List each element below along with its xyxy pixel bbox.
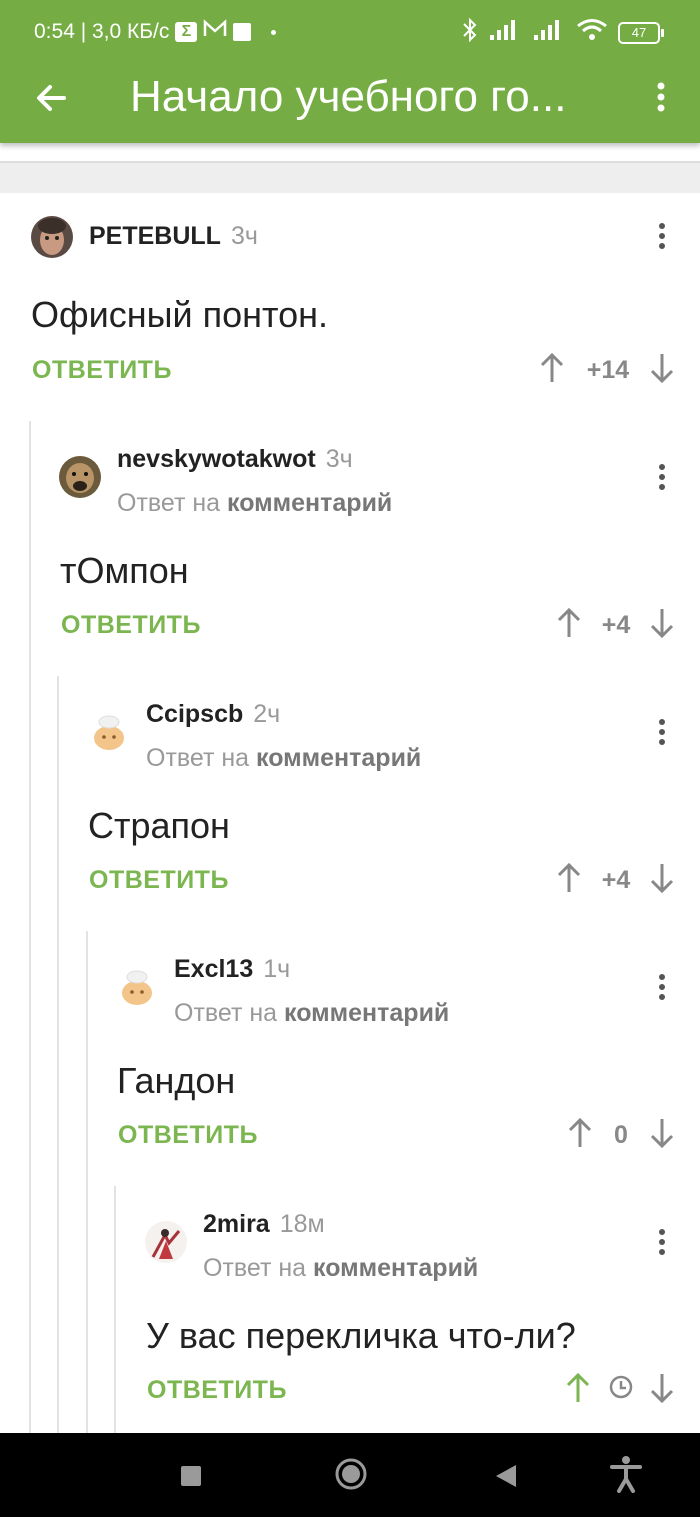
back-button[interactable] bbox=[30, 76, 74, 120]
comment-text: тОмпон bbox=[60, 550, 189, 591]
signal-icon-2 bbox=[532, 18, 566, 48]
upvote-button[interactable] bbox=[556, 862, 582, 894]
arrow-down-icon bbox=[650, 1119, 674, 1149]
more-vert-icon bbox=[659, 223, 665, 249]
comment-author[interactable]: 2mira 18м bbox=[203, 1210, 325, 1239]
status-time: 0:54 | 3,0 КБ/с bbox=[34, 20, 170, 43]
downvote-button[interactable] bbox=[649, 1372, 675, 1404]
more-vert-icon bbox=[659, 974, 665, 1000]
comment-score: +4 bbox=[601, 866, 631, 894]
feed-separator bbox=[0, 143, 700, 193]
system-navigation-bar bbox=[0, 1433, 700, 1517]
downvote-button[interactable] bbox=[649, 607, 675, 639]
top-bar: 0:54 | 3,0 КБ/с Σ 47 Начало учебного го.… bbox=[0, 0, 700, 143]
app-bar: Начало учебного го... bbox=[0, 62, 700, 143]
upvote-button[interactable] bbox=[565, 1372, 591, 1404]
reply-button[interactable]: ОТВЕТИТЬ bbox=[89, 866, 229, 895]
battery-icon: 47 bbox=[618, 22, 664, 44]
comment-time: 3ч bbox=[230, 222, 258, 250]
comment-menu-button[interactable] bbox=[652, 1227, 672, 1257]
comment-text: Страпон bbox=[88, 805, 230, 846]
comment-menu-button[interactable] bbox=[652, 462, 672, 492]
thread-line bbox=[57, 676, 59, 1433]
page-title: Начало учебного го... bbox=[130, 72, 567, 121]
reply-to-label: Ответ на комментарий bbox=[117, 489, 393, 517]
avatar[interactable] bbox=[59, 456, 101, 498]
arrow-up-icon bbox=[568, 1117, 592, 1147]
upvote-button[interactable] bbox=[539, 352, 565, 384]
reply-target-link[interactable]: комментарий bbox=[256, 744, 421, 772]
avatar[interactable] bbox=[88, 711, 130, 753]
signal-icon bbox=[488, 18, 522, 48]
bluetooth-icon bbox=[462, 17, 478, 49]
arrow-up-icon bbox=[557, 862, 581, 892]
reply-to-label: Ответ на комментарий bbox=[203, 1254, 479, 1282]
upvote-button[interactable] bbox=[556, 607, 582, 639]
arrow-down-icon bbox=[650, 354, 674, 384]
sigma-icon: Σ bbox=[175, 22, 198, 42]
comment-menu-button[interactable] bbox=[652, 221, 672, 251]
clock-icon bbox=[608, 1374, 634, 1400]
comment-score: +14 bbox=[586, 356, 630, 384]
more-vert-icon bbox=[659, 719, 665, 745]
accessibility-icon[interactable] bbox=[610, 1455, 642, 1498]
square-icon[interactable] bbox=[180, 1465, 202, 1492]
comment-author[interactable]: PETEBULL 3ч bbox=[89, 222, 258, 251]
status-bar: 0:54 | 3,0 КБ/с Σ 47 bbox=[0, 0, 700, 62]
comment-score: +4 bbox=[601, 611, 631, 639]
arrow-down-icon bbox=[650, 1374, 674, 1404]
more-vert-icon bbox=[657, 82, 665, 112]
comment-text: У вас перекличка что-ли? bbox=[146, 1315, 576, 1356]
reply-button[interactable]: ОТВЕТИТЬ bbox=[118, 1121, 258, 1150]
downvote-button[interactable] bbox=[649, 862, 675, 894]
thread-line bbox=[29, 421, 31, 1433]
upvote-button[interactable] bbox=[567, 1117, 593, 1149]
thread-line bbox=[114, 1186, 116, 1433]
comment-author[interactable]: nevskywotakwot 3ч bbox=[117, 445, 353, 474]
comment-time: 3ч bbox=[325, 445, 353, 473]
avatar[interactable] bbox=[31, 216, 73, 258]
comment-time: 18м bbox=[279, 1210, 325, 1238]
comment-menu-button[interactable] bbox=[652, 717, 672, 747]
downvote-button[interactable] bbox=[649, 352, 675, 384]
overflow-menu-button[interactable] bbox=[646, 76, 676, 120]
back-triangle-icon[interactable] bbox=[494, 1463, 518, 1494]
dot-icon bbox=[271, 29, 277, 35]
arrow-down-icon bbox=[650, 609, 674, 639]
more-vert-icon bbox=[659, 464, 665, 490]
comment-author[interactable]: Excl13 1ч bbox=[174, 955, 290, 984]
comment-author[interactable]: Ccipscb 2ч bbox=[146, 700, 280, 729]
avatar[interactable] bbox=[116, 966, 158, 1008]
comment-time: 2ч bbox=[253, 700, 281, 728]
reply-button[interactable]: ОТВЕТИТЬ bbox=[147, 1376, 287, 1405]
avatar[interactable] bbox=[145, 1221, 187, 1263]
comment-score: 0 bbox=[614, 1121, 628, 1149]
reply-button[interactable]: ОТВЕТИТЬ bbox=[32, 356, 172, 385]
reply-to-label: Ответ на комментарий bbox=[146, 744, 422, 772]
more-vert-icon bbox=[659, 1229, 665, 1255]
downvote-button[interactable] bbox=[649, 1117, 675, 1149]
reply-target-link[interactable]: комментарий bbox=[284, 999, 449, 1027]
arrow-down-icon bbox=[650, 864, 674, 894]
arrow-up-icon bbox=[557, 607, 581, 637]
comment-text: Гандон bbox=[117, 1060, 236, 1101]
comment-menu-button[interactable] bbox=[652, 972, 672, 1002]
reply-button[interactable]: ОТВЕТИТЬ bbox=[61, 611, 201, 640]
comment-time: 1ч bbox=[263, 955, 291, 983]
reply-target-link[interactable]: комментарий bbox=[313, 1254, 478, 1282]
reply-to-label: Ответ на комментарий bbox=[174, 999, 450, 1027]
comment-text: Офисный понтон. bbox=[31, 294, 328, 335]
thread-line bbox=[86, 931, 88, 1433]
arrow-up-icon bbox=[566, 1372, 590, 1402]
wifi-icon bbox=[576, 18, 608, 48]
home-circle-icon[interactable] bbox=[334, 1457, 368, 1496]
notification-icon bbox=[233, 23, 252, 41]
arrow-up-icon bbox=[540, 352, 564, 382]
mail-icon bbox=[203, 19, 227, 45]
reply-target-link[interactable]: комментарий bbox=[227, 489, 392, 517]
back-arrow-icon bbox=[37, 85, 66, 111]
